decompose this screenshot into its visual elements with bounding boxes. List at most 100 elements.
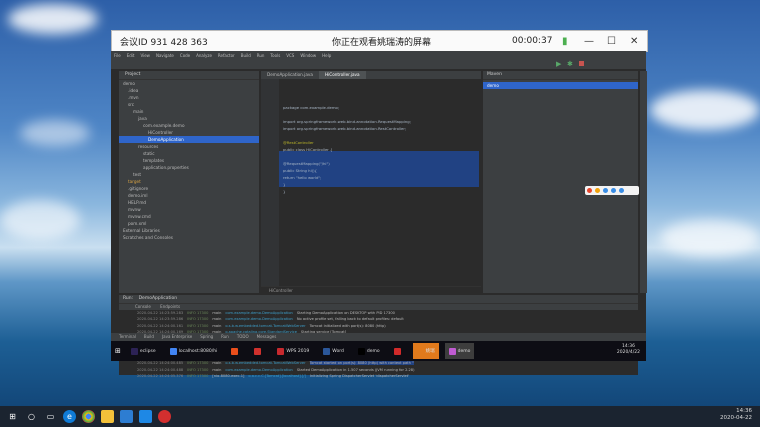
tab-demo-application[interactable]: DemoApplication.java — [261, 71, 319, 79]
tree-item[interactable]: target — [119, 178, 259, 185]
menu-refactor[interactable]: Refactor — [218, 53, 235, 58]
menu-help[interactable]: Help — [322, 53, 331, 58]
stop-icon[interactable] — [579, 61, 584, 66]
status-spring[interactable]: Spring — [200, 333, 213, 341]
tree-item-label: java — [138, 116, 147, 121]
shared-taskbar-item[interactable]: demo — [354, 343, 384, 359]
tree-item[interactable]: External Libraries — [119, 227, 259, 234]
menu-edit[interactable]: Edit — [127, 53, 135, 58]
menu-run[interactable]: Run — [257, 53, 265, 58]
tab-endpoints[interactable]: Endpoints — [160, 304, 180, 309]
tree-item[interactable]: resources — [119, 143, 259, 150]
emoji-icon[interactable] — [595, 188, 600, 193]
tree-item[interactable]: mvnw.cmd — [119, 213, 259, 220]
shared-taskbar-item[interactable] — [250, 343, 267, 359]
app-icon — [323, 347, 331, 355]
windows-start-icon[interactable]: ⊞ — [6, 410, 19, 423]
console-thr: [nio-8080-exec-1] — [212, 373, 245, 378]
tree-item[interactable]: main — [119, 108, 259, 115]
tab-console[interactable]: Console — [135, 304, 151, 309]
tree-item[interactable]: .idea — [119, 87, 259, 94]
tree-item[interactable]: Scratches and Consoles — [119, 234, 259, 241]
console-thr: main — [212, 367, 222, 372]
code-editor[interactable]: DemoApplication.java HiController.java p… — [261, 71, 481, 293]
skin-icon[interactable] — [619, 188, 624, 193]
tree-item[interactable]: .mvn — [119, 94, 259, 101]
tree-item[interactable]: com.example.demo — [119, 122, 259, 129]
menu-tools[interactable]: Tools — [270, 53, 280, 58]
code-line: return "hello world"; — [283, 175, 322, 180]
tree-item[interactable]: src — [119, 101, 259, 108]
shared-taskbar-item[interactable]: WPS 2019 — [273, 343, 313, 359]
editor-breadcrumb[interactable]: HiController — [261, 286, 481, 293]
input-method-icon[interactable] — [587, 188, 592, 193]
menu-window[interactable]: Window — [300, 53, 316, 58]
tree-item-label: demo.iml — [128, 193, 148, 198]
tree-item[interactable]: test — [119, 171, 259, 178]
tree-item[interactable]: mvnw — [119, 206, 259, 213]
menu-vcs[interactable]: VCS — [286, 53, 294, 58]
debug-icon[interactable]: ✱ — [567, 60, 573, 68]
meeting-app-icon[interactable] — [158, 410, 171, 423]
maximize-button[interactable]: ☐ — [607, 36, 616, 47]
status-java-enterprise[interactable]: Java Enterprise — [162, 333, 192, 341]
menu-code[interactable]: Code — [180, 53, 190, 58]
search-icon[interactable]: ○ — [25, 410, 38, 423]
code-line: } — [283, 182, 286, 187]
maven-project-demo[interactable]: demo — [483, 82, 638, 89]
task-view-icon[interactable]: ▭ — [44, 410, 57, 423]
app-icon — [416, 347, 424, 355]
viewing-screen-label: 你正在观看姚瑞涛的屏幕 — [332, 37, 432, 48]
store-icon[interactable] — [120, 410, 133, 423]
mail-icon[interactable] — [139, 410, 152, 423]
shared-taskbar-item[interactable]: Word — [319, 343, 348, 359]
menu-file[interactable]: File — [114, 53, 121, 58]
console-cls: o.s.b.w.embedded.tomcat.TomcatWebServer — [225, 361, 306, 366]
run-icon[interactable]: ▶ — [556, 60, 561, 68]
tree-item[interactable]: java — [119, 115, 259, 122]
status-messages[interactable]: Messages — [257, 333, 277, 341]
status-todo[interactable]: TODO — [237, 333, 249, 341]
run-config-name[interactable]: DemoApplication — [139, 296, 178, 301]
floating-input-toolbar[interactable] — [585, 186, 639, 195]
right-tool-strip — [639, 71, 647, 293]
edge-browser-icon[interactable]: e — [63, 410, 76, 423]
tree-item[interactable]: DemoApplication — [119, 136, 259, 143]
tree-item[interactable]: demo.iml — [119, 192, 259, 199]
tab-hi-controller[interactable]: HiController.java — [318, 71, 366, 79]
status-terminal[interactable]: Terminal — [119, 333, 136, 341]
app-label: eclipse — [139, 348, 156, 354]
tree-item[interactable]: templates — [119, 157, 259, 164]
shared-taskbar-item[interactable] — [390, 343, 407, 359]
minimize-button[interactable]: — — [584, 36, 594, 47]
shared-taskbar-item[interactable]: eclipse — [127, 343, 160, 359]
microphone-icon[interactable] — [603, 188, 608, 193]
menu-analyze[interactable]: Analyze — [196, 53, 212, 58]
system-clock[interactable]: 14:36 2020-04-22 — [720, 408, 752, 422]
shared-taskbar-item[interactable]: demo — [444, 343, 475, 359]
app-icon — [357, 347, 365, 355]
file-explorer-icon[interactable] — [101, 410, 114, 423]
tree-item[interactable]: application.properties — [119, 164, 259, 171]
maven-panel: Maven demo — [483, 71, 638, 293]
shared-taskbar-item[interactable]: 姚瑞 — [412, 343, 439, 359]
tree-item[interactable]: HiController — [119, 129, 259, 136]
menu-navigate[interactable]: Navigate — [156, 53, 174, 58]
chrome-icon[interactable] — [82, 410, 95, 423]
menu-build[interactable]: Build — [241, 53, 251, 58]
tree-item[interactable]: .gitignore — [119, 185, 259, 192]
tree-item[interactable]: HELP.md — [119, 199, 259, 206]
shared-taskbar-item[interactable]: localhost:8080/hi — [166, 343, 222, 359]
console-cls: com.example.demo.DemoApplication — [225, 367, 293, 372]
tree-item[interactable]: demo — [119, 80, 259, 87]
tree-item-label: Scratches and Consoles — [123, 235, 173, 240]
close-button[interactable]: ✕ — [630, 36, 638, 47]
status-build[interactable]: Build — [144, 333, 154, 341]
shared-taskbar-item[interactable] — [227, 343, 244, 359]
tree-item[interactable]: pom.xml — [119, 220, 259, 227]
keyboard-icon[interactable] — [611, 188, 616, 193]
status-run[interactable]: Run — [221, 333, 229, 341]
tree-item-label: target — [128, 179, 141, 184]
menu-view[interactable]: View — [140, 53, 150, 58]
tree-item[interactable]: static — [119, 150, 259, 157]
